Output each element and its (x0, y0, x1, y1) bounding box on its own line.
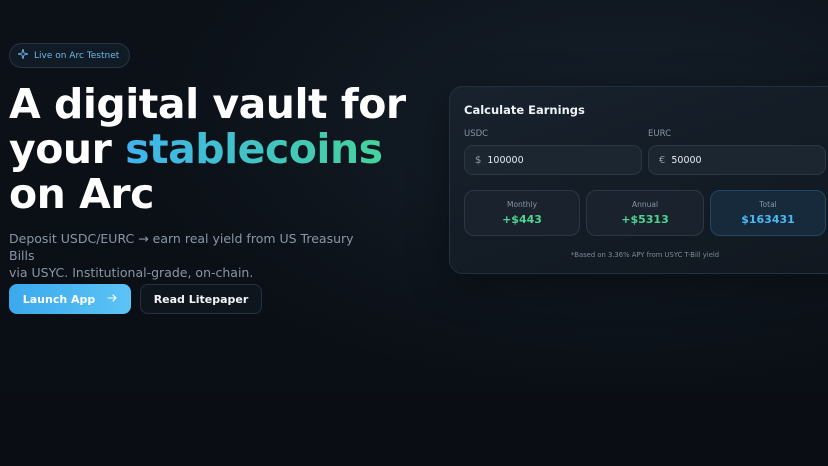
hero-description: Deposit USDC/EURC → earn real yield from… (9, 230, 369, 281)
annual-label: Annual (631, 200, 659, 209)
hero-title: A digital vault for your stablecoins on … (9, 82, 406, 217)
hero-title-line2-prefix: your (9, 125, 126, 173)
eurc-label: EURC (648, 129, 672, 139)
hero-title-line3: on Arc (9, 170, 154, 218)
calculator-title: Calculate Earnings (464, 103, 585, 117)
usdc-input[interactable]: $ 100000 (464, 145, 642, 175)
apy-footnote: *Based on 3.36% APY from USYC T-Bill yie… (570, 251, 720, 259)
live-badge: Live on Arc Testnet (9, 43, 131, 68)
hero-title-highlight: stablecoins (125, 125, 383, 173)
hero-title-line2: your stablecoins (9, 127, 406, 172)
hero-title-line1: A digital vault for (9, 80, 406, 128)
monthly-value: +$443 (502, 213, 542, 226)
launch-app-button[interactable]: Launch App (9, 284, 131, 314)
monthly-label: Monthly (506, 200, 538, 209)
eurc-input[interactable]: € 50000 (648, 145, 826, 175)
total-label: Total (759, 200, 777, 209)
total-value: $163431 (741, 213, 795, 226)
read-litepaper-button[interactable]: Read Litepaper (140, 284, 262, 314)
launch-app-label: Launch App (22, 292, 96, 306)
read-litepaper-label: Read Litepaper (153, 292, 249, 306)
total-stat: Total $163431 (710, 190, 826, 236)
monthly-stat: Monthly +$443 (464, 190, 580, 236)
usdc-input-value: 100000 (487, 154, 524, 166)
earnings-calculator-card: Calculate Earnings USDC $ 100000 EURC € … (449, 86, 828, 274)
landing-page: Live on Arc Testnet A digital vault for … (0, 0, 828, 466)
hero-description-line2: via USYC. Institutional-grade, on-chain. (9, 265, 254, 280)
eurc-input-value: 50000 (671, 154, 702, 166)
dollar-icon: $ (475, 154, 482, 166)
live-badge-label: Live on Arc Testnet (34, 50, 120, 61)
usdc-label: USDC (464, 129, 489, 139)
arrow-right-icon (107, 293, 117, 306)
annual-value: +$5313 (621, 213, 669, 226)
hero-description-line1: Deposit USDC/EURC → earn real yield from… (9, 231, 354, 263)
annual-stat: Annual +$5313 (586, 190, 704, 236)
euro-icon: € (659, 154, 666, 166)
sparkle-icon (17, 48, 29, 62)
